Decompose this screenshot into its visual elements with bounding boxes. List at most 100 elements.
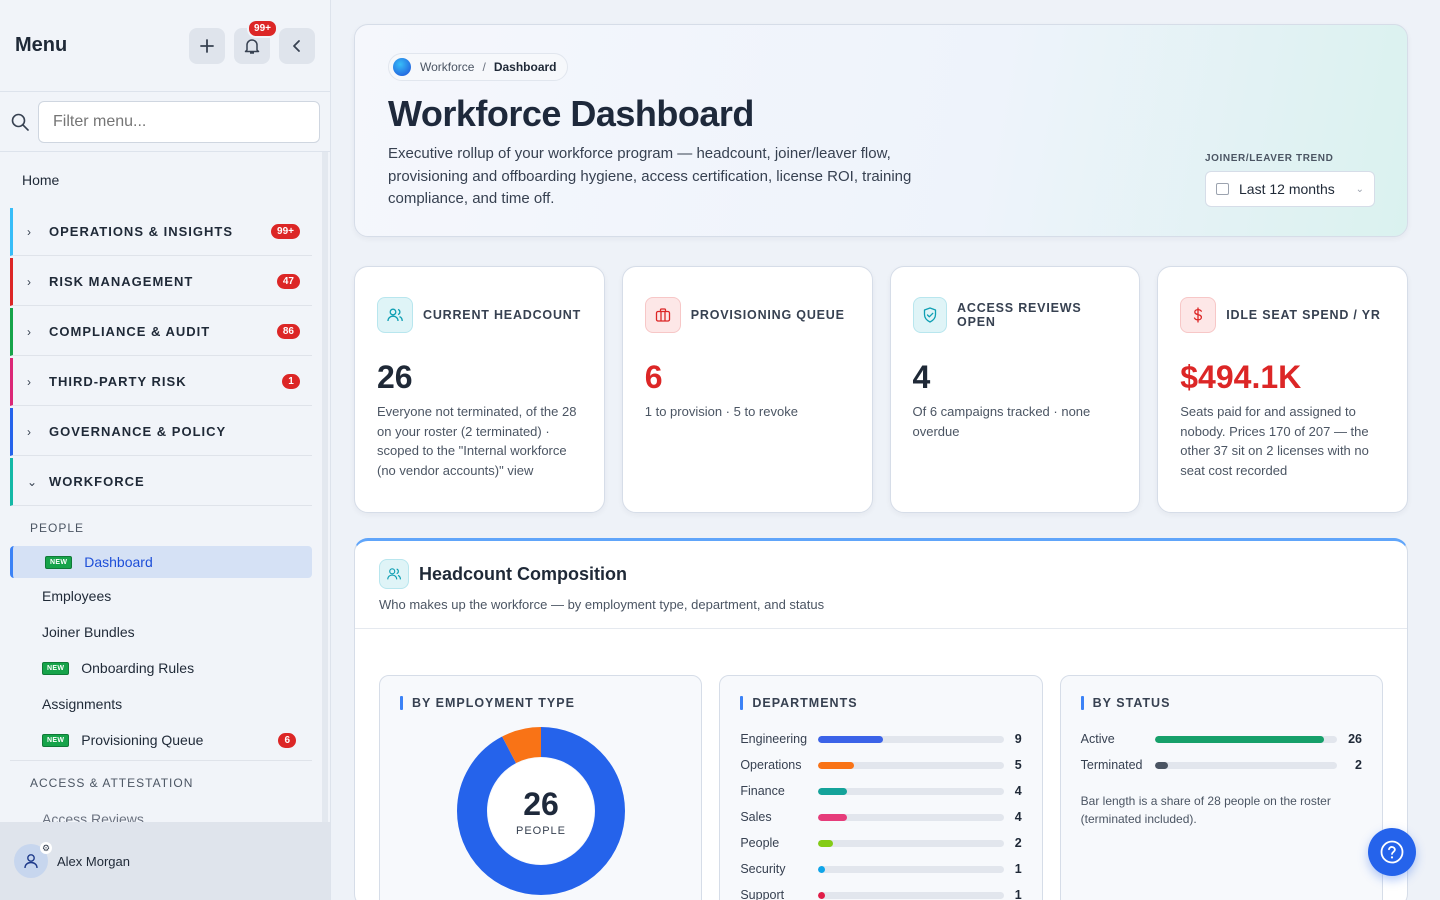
sidebar-header: Menu 99+	[0, 0, 330, 92]
kpi-label: CURRENT HEADCOUNT	[423, 308, 582, 322]
department-name: Operations	[740, 758, 802, 772]
department-bar	[818, 735, 883, 743]
group-operations-insights[interactable]: › OPERATIONS & INSIGHTS 99+	[10, 208, 312, 256]
trend-range-value: Last 12 months	[1239, 181, 1335, 197]
department-name: People	[740, 836, 780, 850]
kpi-provisioning-queue[interactable]: PROVISIONING QUEUE 6 1 to provision · 5 …	[621, 266, 873, 513]
status-bar-track	[1154, 761, 1337, 769]
add-button[interactable]	[189, 27, 225, 64]
department-row[interactable]: Engineering 9	[740, 726, 1021, 752]
group-governance-policy[interactable]: › GOVERNANCE & POLICY	[10, 408, 312, 456]
gear-icon: ⚙	[40, 842, 52, 854]
department-bar	[818, 813, 847, 821]
page-title: Workforce Dashboard	[388, 93, 754, 134]
sidebar-item-assignments[interactable]: Assignments	[0, 686, 322, 722]
sidebar-item-label: Employees	[42, 588, 112, 604]
search-icon	[11, 113, 29, 131]
sidebar-item-label: Provisioning Queue	[81, 732, 204, 748]
kpi-description: 1 to provision · 5 to revoke	[644, 404, 798, 419]
sidebar-title: Menu	[15, 34, 68, 56]
department-count: 1	[1014, 888, 1022, 900]
composition-title: Headcount Composition	[419, 563, 627, 584]
user-profile[interactable]: ⚙ Alex Morgan	[0, 822, 330, 900]
chevron-right-icon: ›	[27, 374, 31, 389]
trend-range-select[interactable]: Last 12 months ⌄	[1205, 171, 1375, 207]
filter-menu-input[interactable]	[38, 100, 320, 143]
sidebar-item-label: Onboarding Rules	[81, 660, 195, 676]
divider	[10, 760, 312, 761]
section-header-access: ACCESS & ATTESTATION	[30, 776, 194, 790]
provisioning-queue-badge: 6	[278, 732, 296, 748]
new-tag: NEW	[45, 555, 73, 569]
department-bar	[818, 865, 826, 873]
trend-filter: JOINER/LEAVER TREND Last 12 months ⌄	[1205, 153, 1375, 207]
new-tag: NEW	[42, 733, 70, 747]
kpi-label: ACCESS REVIEWS OPEN	[957, 301, 1082, 329]
notifications-button[interactable]: 99+	[234, 18, 278, 64]
group-label: COMPLIANCE & AUDIT	[49, 324, 211, 339]
kpi-idle-seat-spend[interactable]: IDLE SEAT SPEND / YR $494.1K Seats paid …	[1157, 266, 1408, 513]
donut-total: 26	[523, 785, 559, 822]
chevron-right-icon: ›	[27, 274, 31, 289]
panel-title: BY EMPLOYMENT TYPE	[412, 696, 575, 710]
sidebar-item-employees[interactable]: Employees	[0, 578, 322, 614]
trend-label: JOINER/LEAVER TREND	[1205, 153, 1334, 164]
sidebar-nav: Home › OPERATIONS & INSIGHTS 99+ › RISK …	[0, 152, 322, 822]
group-badge: 86	[276, 324, 300, 339]
department-bar-track	[818, 761, 1005, 769]
group-label: WORKFORCE	[49, 474, 145, 489]
chevron-right-icon: ›	[27, 424, 31, 439]
sidebar-item-label: Access Reviews	[42, 811, 144, 822]
group-label: THIRD-PARTY RISK	[49, 374, 187, 389]
status-row[interactable]: Active 26	[1081, 726, 1362, 752]
breadcrumb-parent[interactable]: Workforce	[420, 60, 474, 74]
status-bar-track	[1154, 735, 1337, 743]
calendar-icon	[1216, 183, 1229, 195]
department-row[interactable]: Sales 4	[740, 804, 1021, 830]
department-name: Finance	[740, 784, 785, 798]
sidebar-item-access-reviews[interactable]: Access Reviews	[0, 801, 322, 822]
breadcrumb-current: Dashboard	[493, 60, 557, 74]
sidebar-item-dashboard[interactable]: NEW Dashboard	[10, 546, 312, 578]
sidebar: Menu 99+ Home › OPERATIONS & INSIGHTS 99…	[0, 0, 331, 900]
kpi-current-headcount[interactable]: CURRENT HEADCOUNT 26 Everyone not termin…	[354, 266, 605, 513]
group-third-party-risk[interactable]: › THIRD-PARTY RISK 1	[10, 358, 312, 406]
department-row[interactable]: People 2	[740, 830, 1021, 856]
help-button[interactable]	[1368, 828, 1416, 876]
group-workforce[interactable]: ⌄ WORKFORCE	[10, 458, 312, 506]
group-label: GOVERNANCE & POLICY	[49, 424, 227, 439]
chevron-down-icon: ⌄	[1355, 183, 1364, 195]
department-row[interactable]: Finance 4	[740, 778, 1021, 804]
status-row[interactable]: Terminated 2	[1081, 752, 1362, 778]
sidebar-item-provisioning-queue[interactable]: NEW Provisioning Queue 6	[0, 722, 322, 758]
kpi-access-reviews-open[interactable]: ACCESS REVIEWS OPEN 4 Of 6 campaigns tra…	[889, 266, 1141, 513]
employment-donut: 26 PEOPLE	[456, 726, 626, 896]
panel-departments: DEPARTMENTS Engineering 9 Operations 5 Fin…	[719, 675, 1043, 900]
department-row[interactable]: Operations 5	[740, 752, 1021, 778]
collapse-sidebar-button[interactable]	[279, 27, 315, 64]
department-bar	[818, 787, 847, 795]
users-icon	[377, 297, 413, 333]
composition-panels: BY EMPLOYMENT TYPE 26 PEOPLE DEPARTMENTS…	[355, 629, 1407, 900]
department-row[interactable]: Support 1	[740, 882, 1021, 900]
sidebar-item-home[interactable]: Home	[0, 152, 322, 208]
plus-icon	[200, 38, 214, 53]
accent-bar	[400, 696, 403, 710]
sidebar-item-joiner-bundles[interactable]: Joiner Bundles	[0, 614, 322, 650]
sidebar-item-onboarding-rules[interactable]: NEW Onboarding Rules	[0, 650, 322, 686]
breadcrumb: Workforce / Dashboard	[388, 53, 568, 81]
kpi-value: 4	[912, 359, 931, 395]
department-bar	[818, 891, 826, 899]
department-bar-track	[818, 839, 1005, 847]
status-name: Active	[1080, 732, 1115, 746]
group-risk-management[interactable]: › RISK MANAGEMENT 47	[10, 258, 312, 306]
chevron-right-icon: ›	[27, 224, 31, 239]
help-icon	[1380, 840, 1404, 864]
department-row[interactable]: Security 1	[740, 856, 1021, 882]
group-badge: 99+	[271, 224, 300, 239]
department-name: Support	[740, 888, 785, 900]
panel-employment-type: BY EMPLOYMENT TYPE 26 PEOPLE	[379, 675, 703, 900]
department-bar	[818, 839, 833, 847]
sidebar-scrollbar[interactable]	[322, 152, 328, 822]
group-compliance-audit[interactable]: › COMPLIANCE & AUDIT 86	[10, 308, 312, 356]
